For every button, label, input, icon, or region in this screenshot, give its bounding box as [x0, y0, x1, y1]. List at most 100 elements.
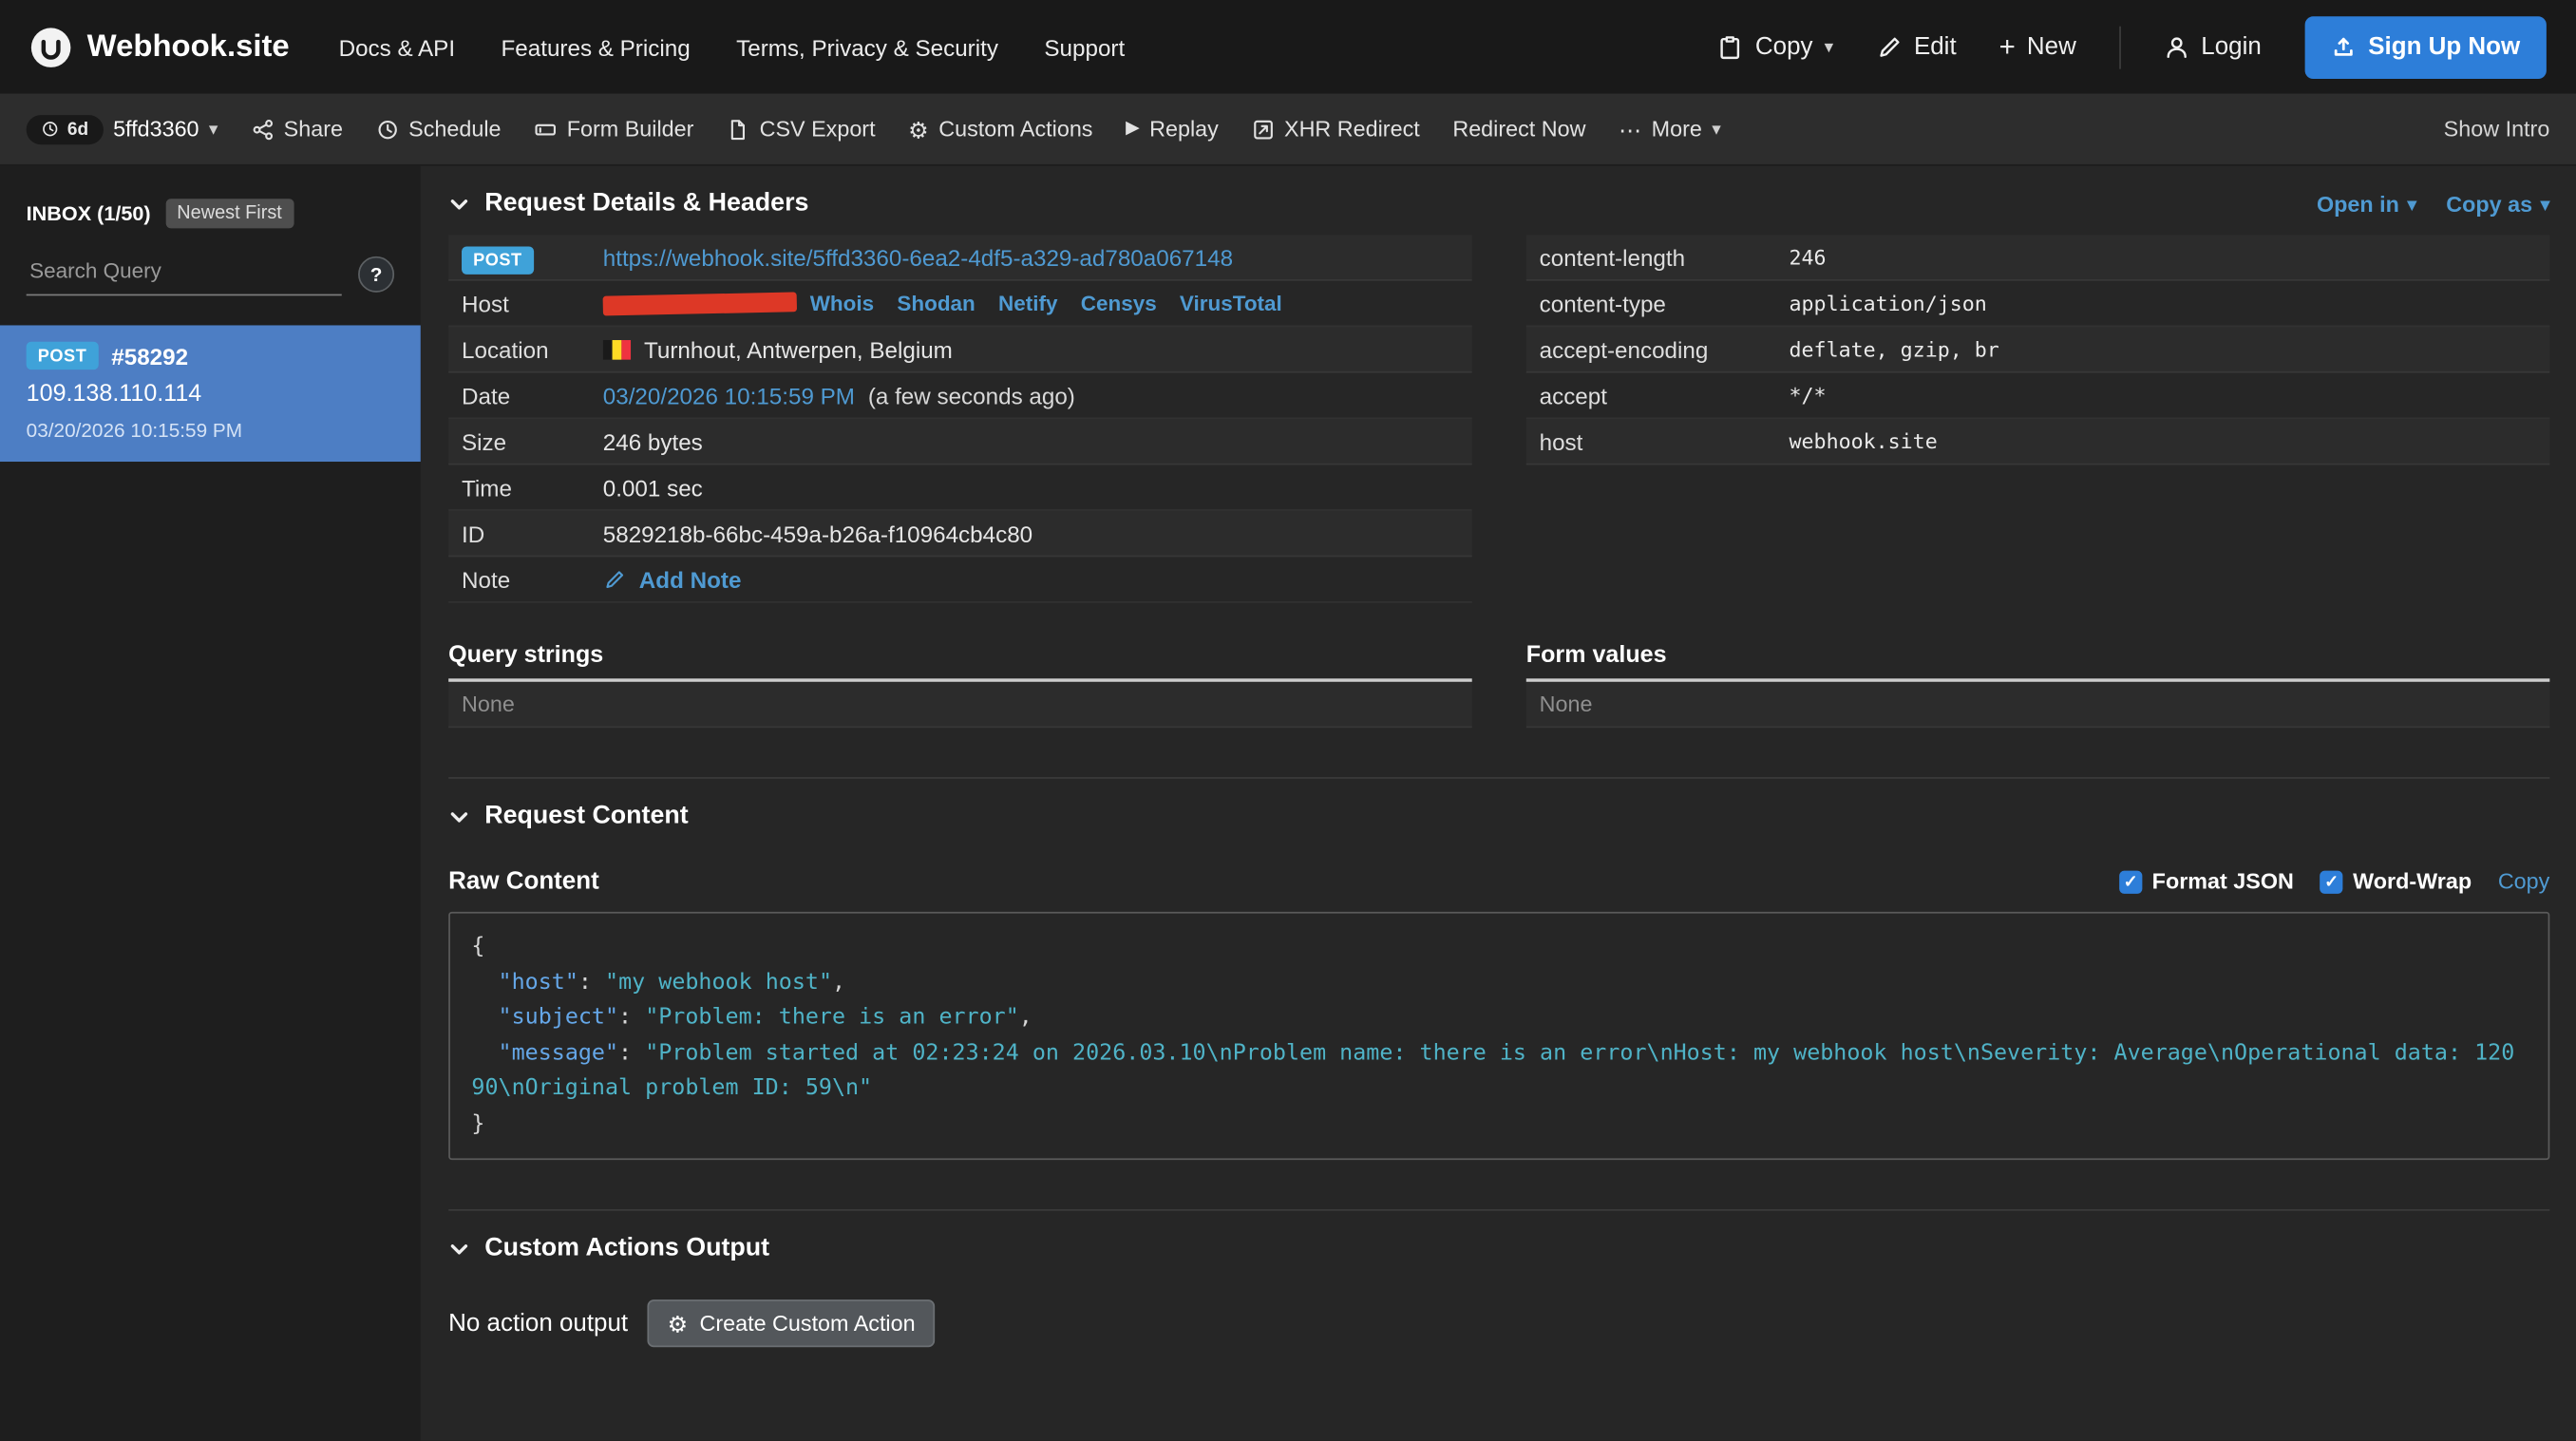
replay-button[interactable]: ▶ Replay	[1126, 117, 1219, 142]
csv-export-button[interactable]: CSV Export	[727, 117, 876, 142]
caret-down-icon: ▾	[1712, 119, 1721, 140]
schedule-button[interactable]: Schedule	[376, 117, 502, 142]
login-button[interactable]: Login	[2164, 33, 2262, 61]
plus-icon: +	[1999, 33, 2016, 61]
host-label: Host	[448, 290, 603, 316]
query-strings-heading: Query strings	[448, 642, 1472, 682]
copy-raw-content-link[interactable]: Copy	[2498, 869, 2550, 894]
gear-icon: ⚙	[668, 1312, 689, 1335]
censys-link[interactable]: Censys	[1081, 291, 1157, 315]
more-menu-button[interactable]: ⋯ More ▾	[1619, 117, 1721, 142]
note-cell: Add Note	[603, 566, 1472, 593]
table-row-date: Date 03/20/2026 10:15:59 PM (a few secon…	[448, 373, 1472, 419]
copy-as-menu[interactable]: Copy as ▾	[2446, 191, 2549, 216]
search-input[interactable]	[27, 252, 342, 296]
xhr-redirect-label: XHR Redirect	[1284, 117, 1420, 142]
custom-actions-button[interactable]: ⚙ Custom Actions	[908, 117, 1092, 142]
main-content: Request Details & Headers Open in ▾ Copy…	[421, 166, 2576, 1441]
redirect-now-button[interactable]: Redirect Now	[1452, 117, 1585, 142]
size-value: 246 bytes	[603, 428, 1472, 455]
brand-title: Webhook.site	[87, 28, 290, 65]
show-intro-button[interactable]: Show Intro	[2444, 117, 2550, 142]
details-header-links: Open in ▾ Copy as ▾	[2317, 191, 2549, 216]
time-label: Time	[448, 474, 603, 501]
request-content-section: Request Content Raw Content ✓ Format JSO…	[448, 777, 2549, 1160]
form-builder-button[interactable]: Form Builder	[534, 117, 693, 142]
topnav-divider	[2119, 26, 2121, 68]
request-ip: 109.138.110.114	[27, 381, 394, 408]
create-custom-action-button[interactable]: ⚙ Create Custom Action	[648, 1299, 935, 1347]
id-label: ID	[448, 520, 603, 546]
xhr-redirect-button[interactable]: XHR Redirect	[1251, 117, 1419, 142]
whois-link[interactable]: Whois	[810, 291, 874, 315]
request-list-item-selected[interactable]: POST #58292 109.138.110.114 03/20/2026 1…	[0, 325, 421, 462]
raw-content-options: ✓ Format JSON ✓ Word-Wrap Copy	[2119, 869, 2549, 894]
header-row: content-type application/json	[1526, 281, 2550, 327]
table-row-time: Time 0.001 sec	[448, 465, 1472, 510]
inbox-header: INBOX (1/50) Newest First	[27, 199, 394, 228]
new-url-button[interactable]: + New	[1999, 33, 2076, 61]
header-key: host	[1526, 428, 1790, 455]
belgium-flag-icon	[603, 339, 631, 359]
more-label: More	[1652, 117, 1702, 142]
nav-features-pricing[interactable]: Features & Pricing	[501, 33, 690, 60]
nav-docs-api[interactable]: Docs & API	[339, 33, 455, 60]
copy-as-label: Copy as	[2446, 191, 2532, 216]
pencil-icon	[603, 568, 626, 591]
table-row-host: Host Whois Shodan Netify Censys VirusTot…	[448, 281, 1472, 327]
brand-home-link[interactable]: Webhook.site	[29, 26, 290, 68]
code-line: "message": "Problem started at 02:23:24 …	[471, 1036, 2527, 1107]
share-button[interactable]: Share	[251, 117, 343, 142]
edit-button[interactable]: Edit	[1876, 33, 1957, 61]
new-label: New	[2027, 33, 2076, 61]
open-in-menu[interactable]: Open in ▾	[2317, 191, 2416, 216]
details-columns: POST https://webhook.site/5ffd3360-6ea2-…	[448, 235, 2549, 728]
clipboard-icon	[1717, 33, 1744, 60]
nav-support[interactable]: Support	[1044, 33, 1125, 60]
header-value: 246	[1790, 245, 2550, 270]
details-section: Request Details & Headers Open in ▾ Copy…	[448, 189, 2549, 728]
table-row-location: Location Turnhout, Antwerpen, Belgium	[448, 327, 1472, 372]
csv-export-label: CSV Export	[760, 117, 876, 142]
details-table-column: POST https://webhook.site/5ffd3360-6ea2-…	[448, 235, 1472, 728]
replay-label: Replay	[1149, 117, 1219, 142]
sort-order-button[interactable]: Newest First	[165, 199, 294, 228]
body-row: INBOX (1/50) Newest First ? POST #58292 …	[0, 166, 2576, 1441]
search-help-button[interactable]: ?	[358, 256, 394, 292]
request-content-toggle[interactable]: Request Content	[448, 802, 689, 831]
inbox-count-label: INBOX (1/50)	[27, 202, 151, 225]
caret-down-icon: ▾	[2541, 193, 2550, 214]
signup-button[interactable]: Sign Up Now	[2304, 15, 2547, 78]
request-url-link[interactable]: https://webhook.site/5ffd3360-6ea2-4df5-…	[603, 244, 1233, 271]
no-action-output-row: No action output ⚙ Create Custom Action	[448, 1299, 2549, 1347]
copy-menu-button[interactable]: Copy ▾	[1717, 33, 1833, 61]
format-json-checkbox[interactable]: ✓ Format JSON	[2119, 869, 2294, 894]
method-badge: POST	[462, 246, 534, 274]
shodan-link[interactable]: Shodan	[897, 291, 975, 315]
code-line: "subject": "Problem: there is an error",	[471, 1000, 2527, 1035]
table-row-note: Note Add Note	[448, 557, 1472, 602]
inbox-sidebar: INBOX (1/50) Newest First ? POST #58292 …	[0, 166, 421, 1441]
login-label: Login	[2201, 33, 2261, 61]
raw-content-body: { "host": "my webhook host", "subject": …	[448, 912, 2549, 1160]
gear-icon: ⚙	[908, 118, 929, 141]
box-arrow-icon	[1251, 118, 1274, 141]
nav-terms-privacy-security[interactable]: Terms, Privacy & Security	[736, 33, 998, 60]
add-note-link[interactable]: Add Note	[639, 566, 742, 593]
header-key: accept-encoding	[1526, 336, 1790, 363]
upload-icon	[2330, 34, 2355, 59]
caret-down-icon: ▾	[2408, 193, 2417, 214]
token-dropdown[interactable]: 6d 5ffd3360 ▾	[27, 114, 218, 143]
request-content-header: Request Content	[448, 802, 2549, 831]
details-section-toggle[interactable]: Request Details & Headers	[448, 189, 808, 218]
virustotal-link[interactable]: VirusTotal	[1180, 291, 1282, 315]
expiry-badge: 6d	[27, 114, 104, 143]
netify-link[interactable]: Netify	[998, 291, 1057, 315]
word-wrap-checkbox[interactable]: ✓ Word-Wrap	[2320, 869, 2472, 894]
header-value: webhook.site	[1790, 428, 2550, 453]
date-permalink[interactable]: 03/20/2026 10:15:59 PM	[603, 382, 855, 408]
headers-table-column: content-length 246 content-type applicat…	[1526, 235, 2550, 728]
method-cell: POST	[448, 244, 603, 271]
host-cell: Whois Shodan Netify Censys VirusTotal	[603, 291, 1472, 315]
custom-actions-output-toggle[interactable]: Custom Actions Output	[448, 1234, 769, 1263]
